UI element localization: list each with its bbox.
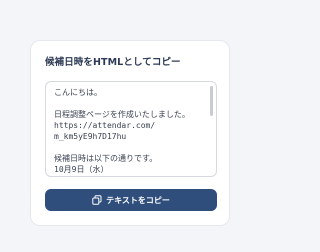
textarea-scrollbar[interactable] xyxy=(210,86,213,116)
copy-button-label: テキストをコピー xyxy=(106,195,170,205)
card-title: 候補日時をHTMLとしてコピー xyxy=(45,57,181,68)
copy-html-card: 候補日時をHTMLとしてコピー こんにちは。 日程調整ページを作成いたしました。… xyxy=(30,40,230,226)
copy-text-button[interactable]: テキストをコピー xyxy=(45,189,217,211)
copy-icon xyxy=(92,195,102,205)
message-text: こんにちは。 日程調整ページを作成いたしました。 https://attenda… xyxy=(54,88,190,174)
message-textarea[interactable]: こんにちは。 日程調整ページを作成いたしました。 https://attenda… xyxy=(45,81,217,177)
